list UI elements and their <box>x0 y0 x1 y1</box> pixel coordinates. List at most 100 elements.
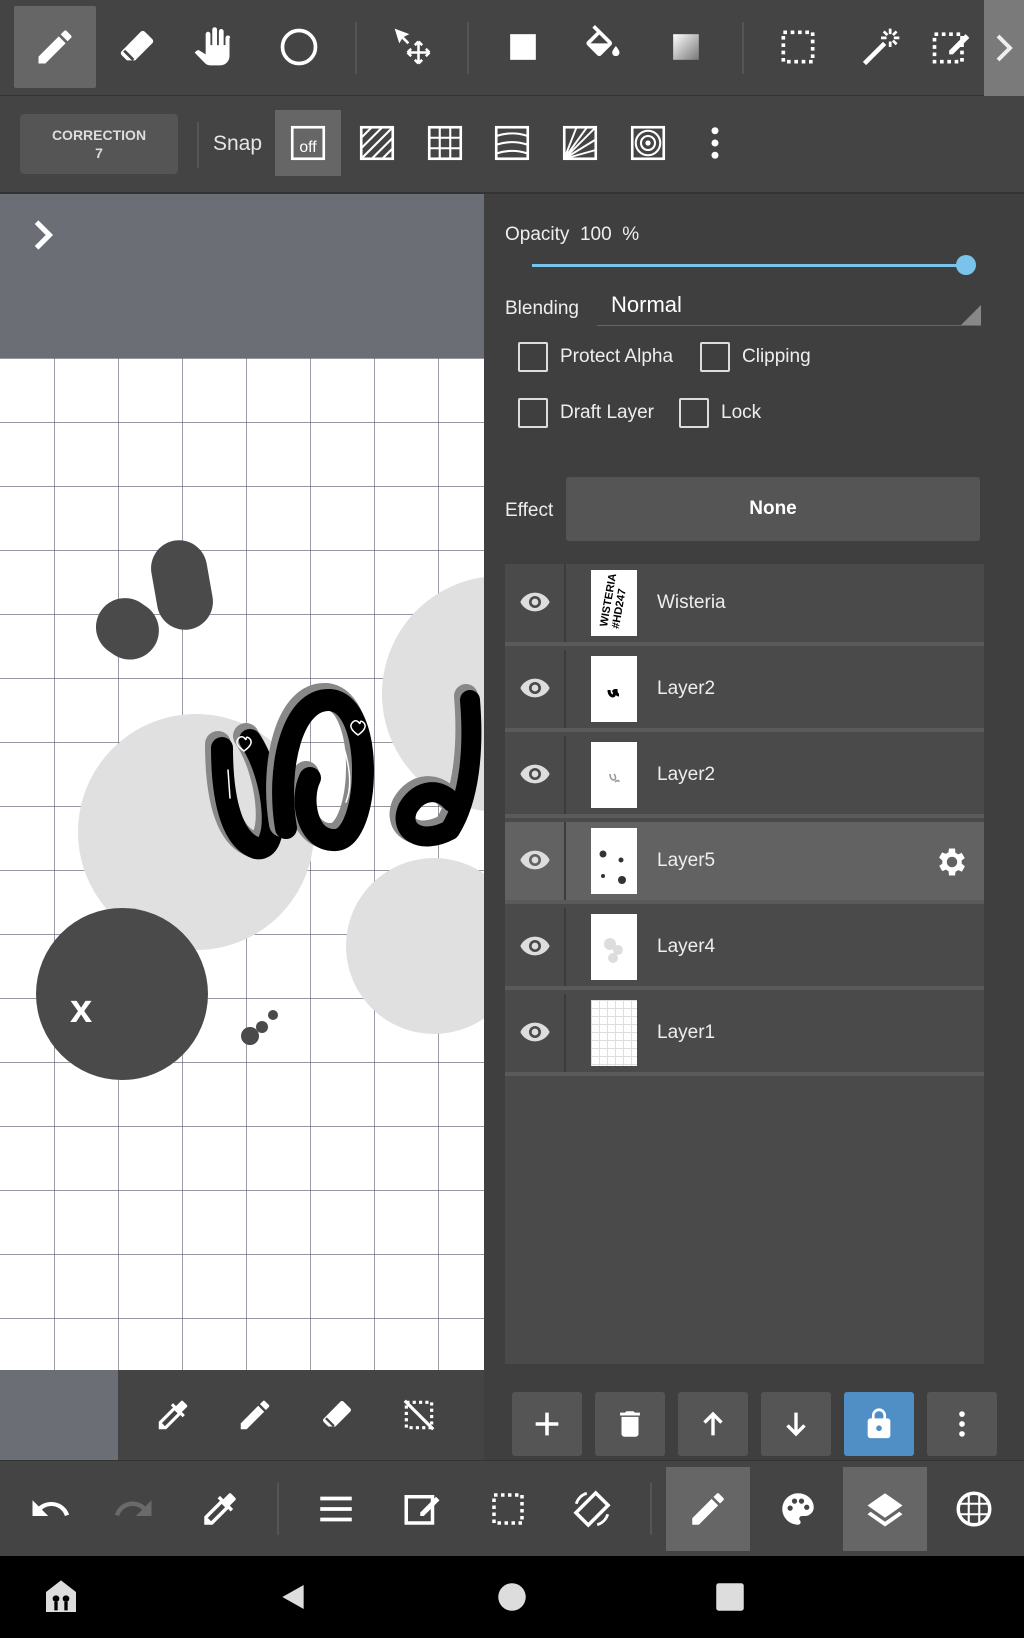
draft-layer-checkbox[interactable]: Draft Layer <box>518 398 654 428</box>
checkbox-box[interactable] <box>518 398 548 428</box>
layer-more-button[interactable] <box>927 1392 997 1456</box>
menu-button[interactable] <box>294 1467 378 1551</box>
select-rect-icon <box>492 1493 524 1525</box>
snap-grid-button[interactable] <box>412 110 478 176</box>
snap-parallel-icon <box>359 125 395 161</box>
recents-button[interactable] <box>709 1576 751 1618</box>
layer-divider <box>564 994 566 1072</box>
blending-label: Blending <box>505 298 579 319</box>
eye-icon[interactable] <box>519 672 551 704</box>
snap-off-button[interactable]: off <box>275 110 341 176</box>
checkbox-box[interactable] <box>518 342 548 372</box>
eye-icon[interactable] <box>519 844 551 876</box>
hand-tool-button[interactable] <box>172 6 254 88</box>
layer-thumbnail <box>591 742 637 808</box>
correction-button[interactable]: CORRECTION 7 <box>20 114 178 174</box>
layer-name: Layer1 <box>657 1022 716 1043</box>
checkbox-box[interactable] <box>700 342 730 372</box>
expand-panel-icon[interactable] <box>28 220 58 250</box>
select-rect-icon <box>781 30 815 64</box>
eye-icon[interactable] <box>519 586 551 618</box>
magic-wand-tool-button[interactable] <box>840 6 922 88</box>
opacity-slider-handle[interactable] <box>956 255 976 275</box>
eraser-tool-button[interactable] <box>96 6 178 88</box>
layer-row[interactable]: Layer4 <box>505 908 984 990</box>
snap-concentric-button[interactable] <box>615 110 681 176</box>
layer-divider <box>564 736 566 814</box>
deselect-icon <box>403 1399 435 1431</box>
quick-deselect-button[interactable] <box>394 1390 444 1440</box>
opacity-slider[interactable] <box>532 264 966 267</box>
clipping-checkbox[interactable]: Clipping <box>700 342 811 372</box>
layer-name: Layer5 <box>657 850 716 871</box>
accessibility-button[interactable] <box>40 1576 82 1618</box>
edit-button[interactable] <box>380 1467 464 1551</box>
hand-icon <box>194 27 231 66</box>
dark-circle <box>36 908 208 1080</box>
delete-layer-button[interactable] <box>595 1392 665 1456</box>
add-layer-button[interactable] <box>512 1392 582 1456</box>
pen-icon <box>240 1400 270 1430</box>
snap-more-button[interactable] <box>682 110 748 176</box>
eraser-icon <box>120 30 154 61</box>
brush-panel-button[interactable] <box>666 1467 750 1551</box>
snap-label: Snap <box>213 132 263 155</box>
gradient-tool-button[interactable] <box>645 6 727 88</box>
rotate-canvas-button[interactable] <box>550 1467 634 1551</box>
protect-alpha-label: Protect Alpha <box>560 346 674 367</box>
layer-row[interactable]: WISTERIA #HD247 Wisteria <box>505 564 984 646</box>
toolbar-scroll-right-button[interactable] <box>984 0 1024 96</box>
pen-tool-button[interactable] <box>14 6 96 88</box>
magic-wand-icon <box>862 28 900 66</box>
move-layer-down-button[interactable] <box>761 1392 831 1456</box>
select-rect-tool-button[interactable] <box>757 6 839 88</box>
eyedropper-button[interactable] <box>178 1467 262 1551</box>
move-tool-button[interactable] <box>372 6 454 88</box>
back-button[interactable] <box>272 1576 314 1618</box>
redo-button[interactable] <box>92 1467 176 1551</box>
quick-eyedropper-button[interactable] <box>148 1390 198 1440</box>
lock-checkbox[interactable]: Lock <box>679 398 761 428</box>
layer-row[interactable]: Layer1 <box>505 994 984 1076</box>
eye-icon[interactable] <box>519 1016 551 1048</box>
snap-parallel-button[interactable] <box>344 110 410 176</box>
undo-button[interactable] <box>8 1467 92 1551</box>
blending-select[interactable]: Normal <box>597 284 981 326</box>
dropdown-triangle-icon <box>961 305 981 325</box>
quick-eraser-button[interactable] <box>312 1390 362 1440</box>
ellipse-tool-button[interactable] <box>258 6 340 88</box>
layer-row[interactable]: Layer2 <box>505 650 984 732</box>
snap-curve-button[interactable] <box>479 110 545 176</box>
layer-thumbnail: WISTERIA #HD247 <box>591 570 637 636</box>
layer-panel-button[interactable] <box>843 1467 927 1551</box>
select-pen-icon <box>932 32 970 64</box>
effect-button[interactable]: None <box>566 477 980 541</box>
protect-alpha-checkbox[interactable]: Protect Alpha <box>518 342 673 372</box>
edit-icon <box>404 1495 440 1525</box>
eye-icon[interactable] <box>519 930 551 962</box>
selection-button[interactable] <box>466 1467 550 1551</box>
snap-radial-button[interactable] <box>547 110 613 176</box>
quick-pen-button[interactable] <box>230 1390 280 1440</box>
trash-icon <box>620 1411 640 1437</box>
gear-icon[interactable] <box>934 844 970 880</box>
fill-rect-tool-button[interactable] <box>482 6 564 88</box>
move-layer-up-button[interactable] <box>678 1392 748 1456</box>
layer-row-selected[interactable]: Layer5 <box>505 822 984 904</box>
color-panel-button[interactable] <box>756 1467 840 1551</box>
select-pen-tool-button[interactable] <box>920 6 982 88</box>
layer-row[interactable]: Layer2 <box>505 736 984 818</box>
checkbox-box[interactable] <box>679 398 709 428</box>
toolbar-divider <box>467 22 469 74</box>
home-assist-icon <box>46 1580 76 1612</box>
eye-icon[interactable] <box>519 758 551 790</box>
menu-icon <box>320 1496 352 1522</box>
settings-button[interactable] <box>932 1467 1016 1551</box>
lock-layer-button[interactable] <box>844 1392 914 1456</box>
lock-label: Lock <box>721 402 762 423</box>
correction-label: CORRECTION <box>51 127 147 143</box>
drawing-canvas[interactable]: x <box>0 358 484 1370</box>
layer-name: Wisteria <box>657 592 726 613</box>
home-button[interactable] <box>491 1576 533 1618</box>
bucket-tool-button[interactable] <box>562 6 644 88</box>
